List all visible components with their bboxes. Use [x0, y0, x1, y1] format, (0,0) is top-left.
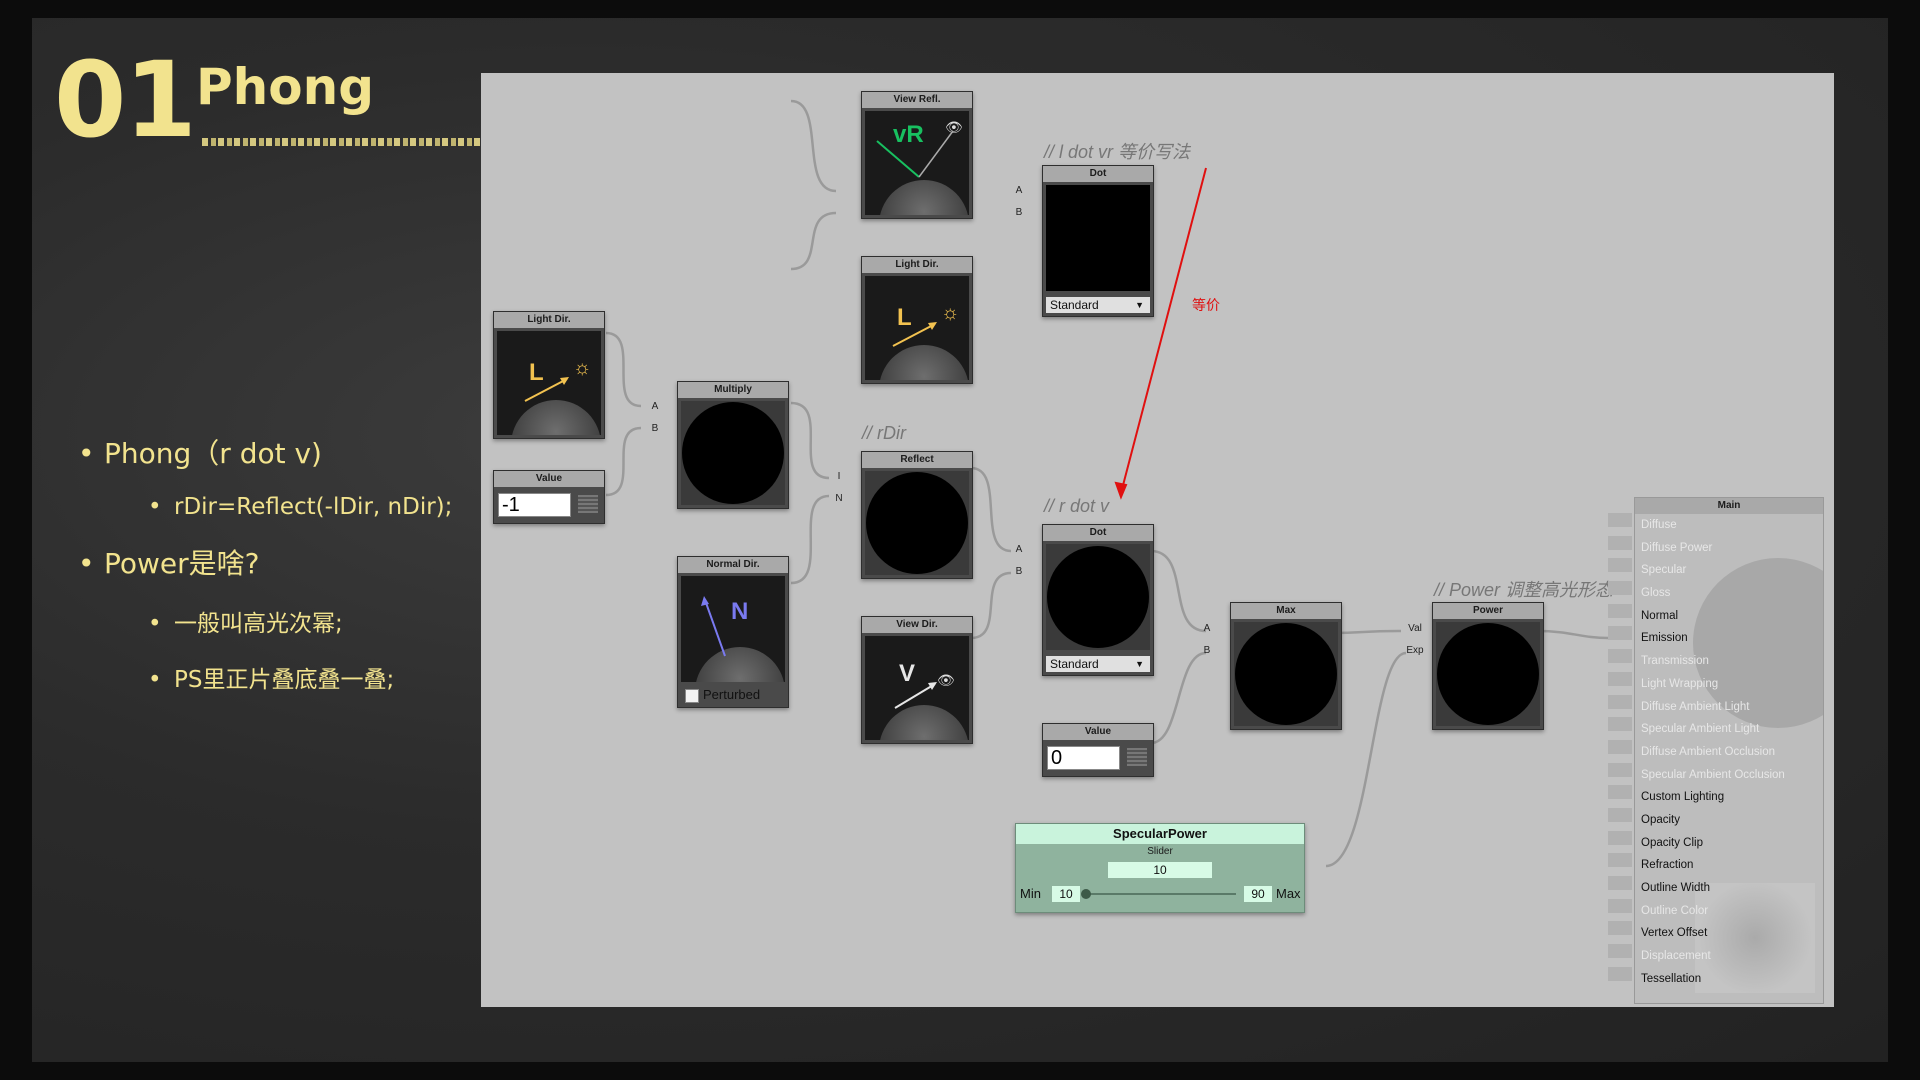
reflect-node[interactable]: Reflect: [861, 451, 973, 579]
arrow-icon: [701, 596, 726, 657]
slider-knob[interactable]: [1081, 889, 1091, 899]
value-input[interactable]: -1: [498, 493, 571, 517]
bullet-item: • Phong（r dot v): [78, 437, 322, 470]
pin-b[interactable]: B: [1009, 566, 1029, 577]
arrow-icon: [876, 130, 954, 178]
main-input-specular-ambient-light[interactable]: Specular Ambient Light: [1635, 718, 1823, 741]
power-node[interactable]: Power: [1432, 602, 1544, 730]
comment-rdotv: // r dot v: [1044, 496, 1110, 516]
specular-power-slider-node[interactable]: SpecularPower Slider 10 Min 10 90 Max: [1015, 823, 1305, 913]
main-input-custom-lighting[interactable]: Custom Lighting: [1635, 786, 1823, 809]
pin-a[interactable]: A: [1197, 623, 1217, 634]
main-input-normal[interactable]: Normal: [1635, 605, 1823, 628]
main-input-diffuse-ambient-light[interactable]: Diffuse Ambient Light: [1635, 696, 1823, 719]
max-node[interactable]: Max: [1230, 602, 1342, 730]
main-input-outline-width[interactable]: Outline Width: [1635, 877, 1823, 900]
arrow-icon: [524, 377, 569, 402]
comment-ldot-vr: // l dot vr 等价写法: [1044, 142, 1191, 162]
slide-title: Phong: [196, 58, 374, 116]
main-input-refraction[interactable]: Refraction: [1635, 854, 1823, 877]
main-input-tessellation[interactable]: Tessellation: [1635, 968, 1823, 991]
bullet-subitem: • 一般叫高光次幂;: [148, 611, 343, 637]
bullet-item: • Power是啥?: [78, 547, 260, 580]
main-input-emission[interactable]: Emission: [1635, 627, 1823, 650]
light-dir-node-2[interactable]: Light Dir. L ☼: [861, 256, 973, 384]
main-input-specular[interactable]: Specular: [1635, 559, 1823, 582]
comment-power: // Power 调整高光形态: [1434, 580, 1614, 600]
light-dir-preview: L ☼: [497, 331, 601, 435]
main-input-vertex-offset[interactable]: Vertex Offset: [1635, 922, 1823, 945]
pin-b[interactable]: B: [645, 423, 665, 434]
slider-value-field[interactable]: 10: [1108, 862, 1212, 878]
comment-rdir: // rDir: [862, 423, 906, 443]
bullet-subitem: • rDir=Reflect(-lDir, nDir);: [148, 494, 453, 520]
multiply-node[interactable]: Multiply: [677, 381, 789, 509]
pin-n[interactable]: N: [829, 493, 849, 504]
main-input-gloss[interactable]: Gloss: [1635, 582, 1823, 605]
view-refl-node[interactable]: View Refl. vR 👁: [861, 91, 973, 219]
chevron-down-icon: ▼: [1135, 659, 1144, 669]
main-input-displacement[interactable]: Displacement: [1635, 945, 1823, 968]
title-underline: [202, 138, 482, 146]
drag-handle[interactable]: [578, 495, 598, 513]
mode-dropdown[interactable]: Standard ▼: [1046, 297, 1150, 313]
pin-i[interactable]: I: [829, 471, 849, 482]
main-input-outline-color[interactable]: Outline Color: [1635, 900, 1823, 923]
value-input[interactable]: 0: [1047, 746, 1120, 770]
value-node[interactable]: Value -1: [493, 470, 605, 524]
slider-max-field[interactable]: 90: [1244, 886, 1272, 902]
pin-a[interactable]: A: [1009, 544, 1029, 555]
main-input-diffuse-power[interactable]: Diffuse Power: [1635, 537, 1823, 560]
value-node-2[interactable]: Value 0: [1042, 723, 1154, 777]
mode-dropdown[interactable]: Standard ▼: [1046, 656, 1150, 672]
arrow-icon: [894, 682, 937, 709]
bullet-list: • Phong（r dot v) • rDir=Reflect(-lDir, nDi…: [78, 432, 452, 716]
slider-track[interactable]: [1086, 893, 1236, 895]
pin-a[interactable]: A: [645, 401, 665, 412]
main-panel-input-tabs: [1608, 513, 1632, 989]
dot-node-2[interactable]: Dot Standard ▼: [1042, 524, 1154, 676]
slider-min-field[interactable]: 10: [1052, 886, 1080, 902]
main-input-opacity[interactable]: Opacity: [1635, 809, 1823, 832]
main-input-diffuse[interactable]: Diffuse: [1635, 514, 1823, 537]
checkbox-icon[interactable]: [685, 689, 699, 703]
pin-a[interactable]: A: [1009, 185, 1029, 196]
main-input-opacity-clip[interactable]: Opacity Clip: [1635, 832, 1823, 855]
drag-handle[interactable]: [1127, 748, 1147, 766]
pin-b[interactable]: B: [1009, 207, 1029, 218]
equivalent-annotation: 等价: [1192, 297, 1220, 313]
pin-b[interactable]: B: [1197, 645, 1217, 656]
main-output-panel[interactable]: Main Diffuse Diffuse Power Specular Gloss No…: [1634, 497, 1824, 1004]
view-dir-node[interactable]: View Dir. V 👁: [861, 616, 973, 744]
main-input-list: Diffuse Diffuse Power Specular Gloss Normal E…: [1635, 514, 1823, 990]
pin-exp[interactable]: Exp: [1401, 645, 1429, 656]
main-input-specular-ambient-occlusion[interactable]: Specular Ambient Occlusion: [1635, 764, 1823, 787]
main-input-transmission[interactable]: Transmission: [1635, 650, 1823, 673]
pin-val[interactable]: Val: [1401, 623, 1429, 634]
main-input-light-wrapping[interactable]: Light Wrapping: [1635, 673, 1823, 696]
main-input-diffuse-ambient-occlusion[interactable]: Diffuse Ambient Occlusion: [1635, 741, 1823, 764]
chevron-down-icon: ▼: [1135, 300, 1144, 310]
perturbed-checkbox[interactable]: Perturbed: [681, 686, 785, 704]
slide-number: 01: [54, 39, 197, 161]
bullet-subitem: • PS里正片叠底叠一叠;: [148, 667, 395, 693]
dot-node[interactable]: Dot Standard ▼: [1042, 165, 1154, 317]
light-dir-node[interactable]: Light Dir. L ☼: [493, 311, 605, 439]
normal-dir-node[interactable]: Normal Dir. N Perturbed: [677, 556, 789, 708]
arrow-icon: [892, 322, 937, 347]
node-graph-canvas[interactable]: Light Dir. L ☼ Value -1 Multiply A B Nor…: [481, 73, 1834, 1007]
